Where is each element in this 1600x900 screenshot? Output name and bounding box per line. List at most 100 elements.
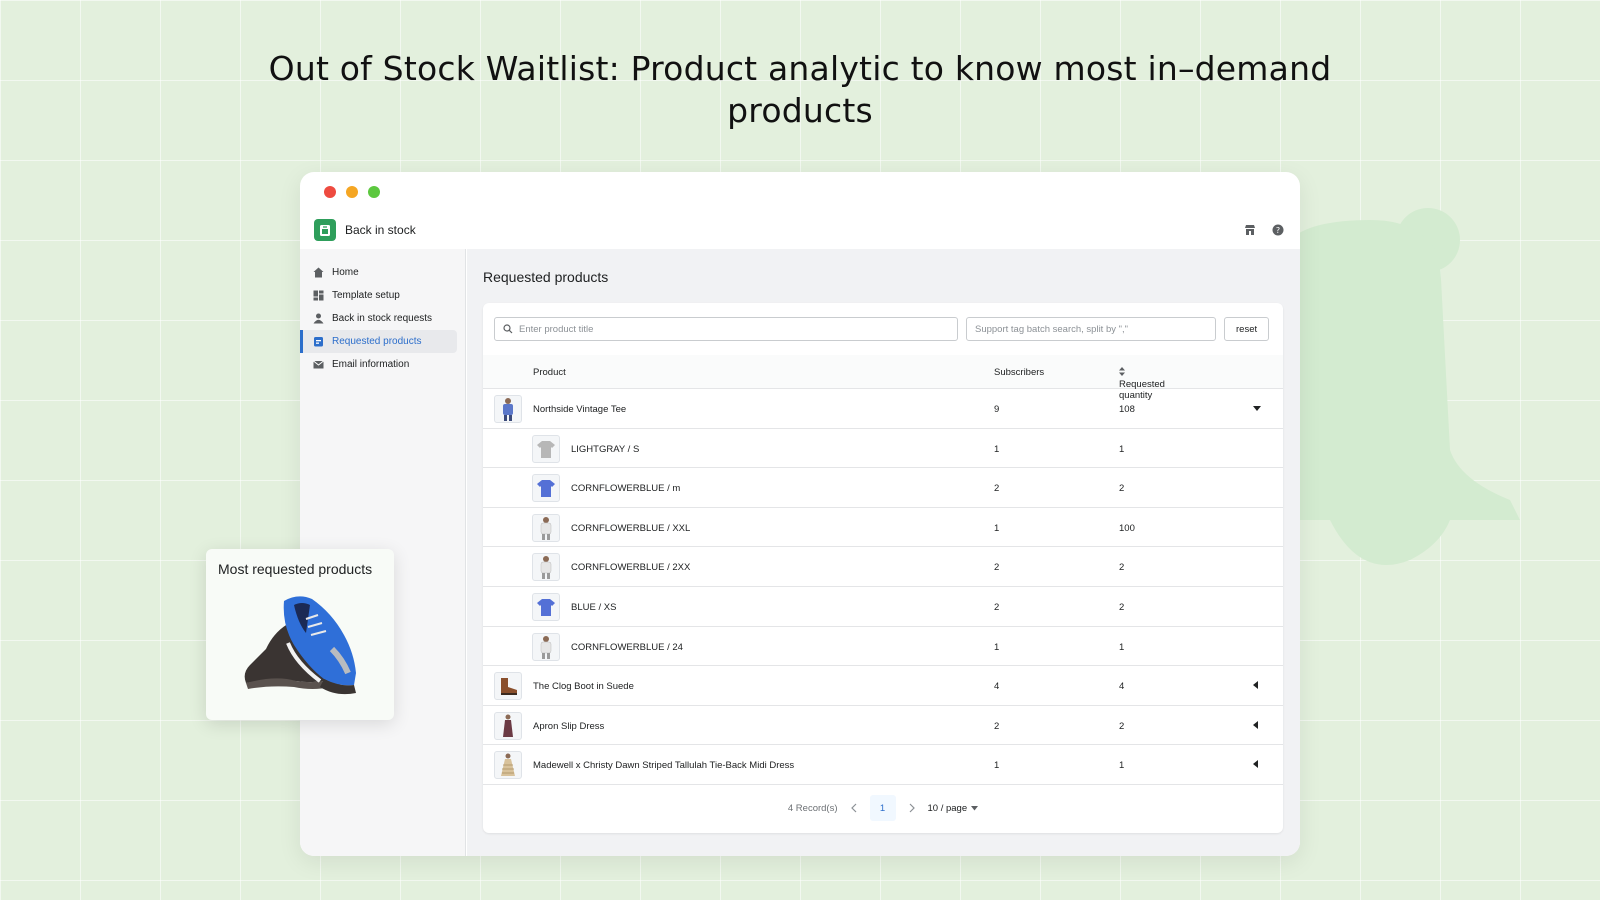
per-page-value: 10 / page	[927, 802, 968, 814]
tag-search-input[interactable]: Support tag batch search, split by ","	[966, 317, 1216, 341]
product-thumbnail	[494, 672, 522, 701]
reset-button[interactable]: reset	[1224, 317, 1270, 341]
tag-search-placeholder: Support tag batch search, split by ","	[975, 323, 1129, 335]
subscribers-count: 9	[994, 404, 1000, 415]
product-thumbnail	[532, 593, 560, 621]
chevron-right-icon[interactable]	[908, 803, 916, 813]
sidebar-item-email-information[interactable]: Email information	[300, 353, 457, 376]
maximize-window-button[interactable]	[368, 186, 380, 198]
requested-quantity: 2	[1119, 483, 1125, 495]
sidebar-item-label: Requested products	[332, 336, 422, 347]
requested-quantity: 2	[1119, 720, 1125, 732]
product-thumbnail	[532, 474, 560, 503]
header-requested-quantity[interactable]: Requested quantity	[1119, 367, 1165, 401]
minimize-window-button[interactable]	[346, 186, 358, 198]
requested-quantity: 100	[1119, 522, 1135, 534]
product-name: LIGHTGRAY / S	[571, 443, 640, 455]
product-search-placeholder: Enter product title	[519, 323, 594, 335]
page-title: Requested products	[483, 269, 609, 285]
caret-left-icon[interactable]	[1253, 681, 1263, 691]
requested-quantity: 1	[1119, 641, 1125, 653]
subscribers-count: 1	[994, 443, 1000, 455]
sidebar-item-template-setup[interactable]: Template setup	[300, 284, 457, 307]
requested-quantity: 4	[1119, 681, 1125, 693]
table-header: Product Subscribers Requested quantity	[483, 355, 1283, 401]
subscribers-count: 2	[994, 483, 1000, 495]
requested-quantity: 2	[1119, 562, 1125, 574]
search-icon	[503, 324, 513, 334]
product-icon	[314, 337, 323, 347]
sidebar-item-label: Home	[332, 267, 359, 278]
product-row[interactable]: Apron Slip Dress 2 2	[483, 706, 1283, 746]
subscribers-count: 1	[994, 641, 1000, 653]
user-icon	[313, 313, 324, 324]
product-row[interactable]: Madewell x Christy Dawn Striped Tallulah…	[483, 745, 1283, 785]
variant-row: LIGHTGRAY / S 1 1	[483, 429, 1283, 469]
product-name: Northside Vintage Tee	[533, 404, 627, 415]
requested-products-card: Enter product title Support tag batch se…	[483, 303, 1283, 833]
help-icon[interactable]: ?	[1270, 222, 1286, 238]
product-search-input[interactable]: Enter product title	[494, 317, 958, 341]
caret-left-icon[interactable]	[1253, 760, 1263, 770]
product-thumbnail	[532, 434, 560, 463]
sidebar-item-home[interactable]: Home	[300, 261, 457, 284]
requested-quantity: 1	[1119, 760, 1125, 772]
storefront-icon[interactable]	[1242, 222, 1258, 238]
email-icon	[313, 360, 324, 369]
chevron-down-icon	[971, 805, 979, 810]
sidebar-item-requested-products[interactable]: Requested products	[300, 330, 457, 353]
product-name: CORNFLOWERBLUE / 2XX	[571, 562, 691, 574]
sidebar-item-back-in-stock-requests[interactable]: Back in stock requests	[300, 307, 457, 330]
requested-quantity: 1	[1119, 443, 1125, 455]
product-thumbnail	[494, 395, 522, 423]
subscribers-count: 4	[994, 681, 1000, 693]
product-name: Apron Slip Dress	[533, 720, 605, 732]
sidebar-item-label: Email information	[332, 359, 410, 370]
product-name: Madewell x Christy Dawn Striped Tallulah…	[533, 760, 795, 772]
variant-row: CORNFLOWERBLUE / 24 1 1	[483, 627, 1283, 667]
app-header: Back in stock ?	[300, 212, 1300, 248]
sneaker-icon	[244, 596, 356, 695]
svg-text:?: ?	[1276, 226, 1280, 235]
variant-row: CORNFLOWERBLUE / m 2 2	[483, 468, 1283, 508]
app-window: Back in stock ? Home Template setup Back…	[300, 172, 1300, 856]
per-page-select[interactable]: 10 / page	[928, 803, 979, 814]
home-icon	[313, 267, 324, 278]
sort-icon[interactable]	[1119, 367, 1125, 376]
subscribers-count: 2	[994, 602, 1000, 613]
pagination: 4 Record(s) 1 10 / page	[483, 795, 1283, 821]
subscribers-count: 1	[994, 522, 1000, 534]
subscribers-count: 1	[994, 760, 1000, 772]
app-name: Back in stock	[345, 223, 416, 237]
requested-quantity: 2	[1119, 602, 1125, 613]
main-content: Requested products Enter product title S…	[467, 249, 1300, 856]
product-row[interactable]: The Clog Boot in Suede 4 4	[483, 666, 1283, 706]
product-thumbnail	[532, 553, 560, 582]
requested-quantity: 108	[1119, 404, 1135, 415]
template-icon	[313, 290, 324, 301]
page-number-current[interactable]: 1	[869, 795, 896, 821]
chevron-left-icon[interactable]	[850, 803, 858, 813]
product-name: CORNFLOWERBLUE / m	[571, 483, 681, 495]
product-row[interactable]: Northside Vintage Tee 9 108	[483, 389, 1283, 429]
header-subscribers: Subscribers	[994, 367, 1045, 378]
header-product: Product	[533, 367, 566, 378]
record-count: 4 Record(s)	[787, 802, 838, 814]
product-thumbnail	[532, 513, 560, 542]
product-thumbnail	[494, 711, 522, 740]
variant-row: CORNFLOWERBLUE / XXL 1 100	[483, 508, 1283, 548]
product-name: CORNFLOWERBLUE / 24	[571, 641, 683, 653]
store-bag-icon	[314, 219, 336, 241]
caret-down-icon[interactable]	[1253, 404, 1263, 414]
caret-left-icon[interactable]	[1253, 720, 1263, 731]
product-name: CORNFLOWERBLUE / XXL	[571, 522, 691, 534]
subscribers-count: 2	[994, 562, 1000, 574]
variant-row: BLUE / XS 2 2	[483, 587, 1283, 627]
product-thumbnail	[494, 751, 522, 780]
sidebar-item-label: Back in stock requests	[332, 313, 433, 324]
sidebar-item-label: Template setup	[332, 290, 400, 301]
close-window-button[interactable]	[324, 186, 336, 198]
headline: Out of Stock Waitlist: Product analytic …	[268, 49, 1332, 130]
product-name: The Clog Boot in Suede	[533, 681, 634, 693]
product-thumbnail	[532, 632, 560, 661]
